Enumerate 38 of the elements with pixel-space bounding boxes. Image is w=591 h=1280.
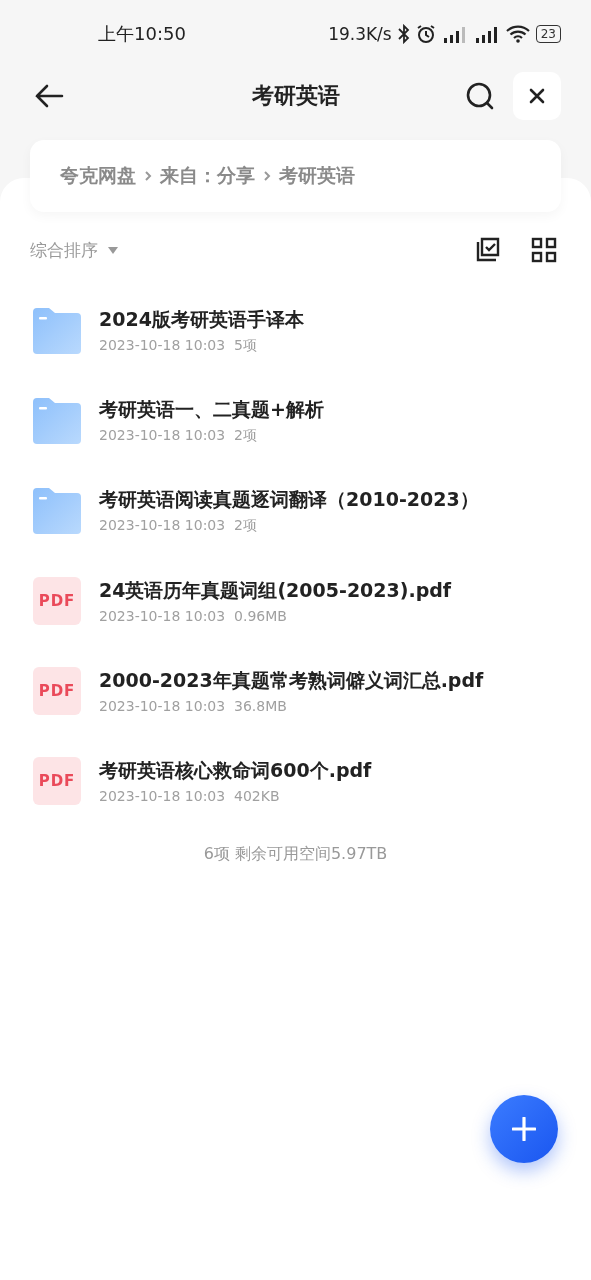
page-title: 考研英语 <box>250 82 341 110</box>
network-speed: 19.3K/s <box>328 24 392 44</box>
file-meta: 2023-10-18 10:03 402KB <box>99 788 281 804</box>
grid-icon <box>531 237 557 263</box>
caret-icon <box>108 246 118 254</box>
close-button[interactable] <box>513 72 561 120</box>
battery-level: 23 <box>535 25 561 43</box>
chevron-icon <box>263 170 271 182</box>
file-meta: 2023-10-18 10:03 36.8MB <box>99 698 288 714</box>
file-meta: 2023-10-18 10:03 2项 <box>99 517 258 535</box>
signal-icon <box>473 24 500 44</box>
file-name[interactable]: 2024版考研英语手译本 <box>99 307 304 333</box>
file-name[interactable]: 考研英语一、二真题+解析 <box>99 397 324 423</box>
alarm-icon <box>415 24 436 44</box>
plus-icon <box>512 1117 536 1141</box>
file-meta: 2023-10-18 10:03 5项 <box>99 337 258 355</box>
folder-icon <box>33 487 81 535</box>
pdf-file-icon: PDF <box>33 667 81 715</box>
file-name[interactable]: 2000-2023年真题常考熟词僻义词汇总.pdf <box>99 668 484 694</box>
pdf-file-icon: PDF <box>33 757 81 805</box>
pdf-file-icon: PDF <box>33 577 81 625</box>
wifi-icon <box>505 25 530 43</box>
file-name[interactable]: 考研英语阅读真题逐词翻译（2010-2023） <box>99 487 479 513</box>
back-arrow-icon <box>34 84 64 108</box>
folder-icon <box>33 307 81 355</box>
checklist-icon <box>475 237 501 263</box>
status-time: 上午10:50 <box>98 22 186 46</box>
file-meta: 2023-10-18 10:03 2项 <box>99 427 258 445</box>
file-name[interactable]: 24英语历年真题词组(2005-2023).pdf <box>99 578 452 604</box>
signal-icon <box>441 24 468 44</box>
folder-icon <box>33 397 81 445</box>
file-meta: 2023-10-18 10:03 0.96MB <box>99 608 288 624</box>
close-icon <box>529 88 545 104</box>
storage-summary: 6项 剩余可用空间5.97TB <box>203 844 388 863</box>
chevron-icon <box>144 170 152 182</box>
file-name[interactable]: 考研英语核心救命词600个.pdf <box>99 758 372 784</box>
bluetooth-icon <box>397 24 410 44</box>
search-icon <box>465 81 495 111</box>
